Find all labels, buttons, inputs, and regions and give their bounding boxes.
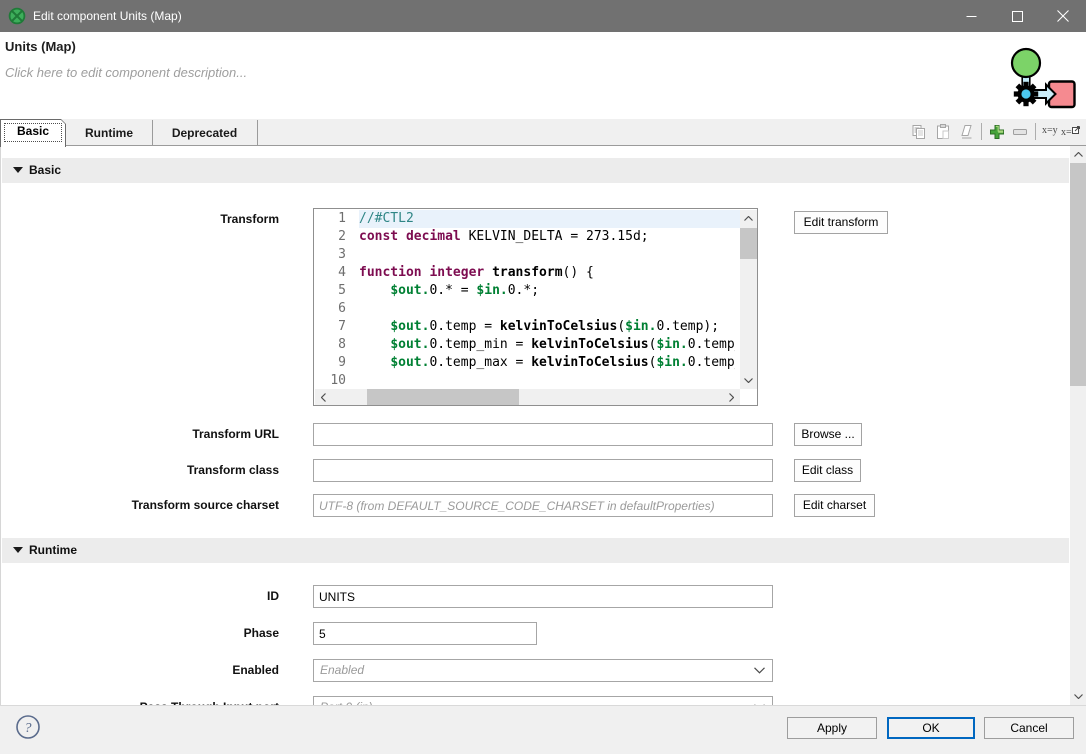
phase-input[interactable] — [313, 622, 537, 645]
editor-code-line[interactable]: $out.0.* = $in.0.*; — [359, 282, 735, 300]
close-button[interactable] — [1040, 0, 1086, 32]
help-icon[interactable]: ? — [15, 714, 41, 740]
editor-line-number: 3 — [314, 246, 359, 264]
transform-code-editor[interactable]: 12345678910 //#CTL2const decimal KELVIN_… — [313, 208, 758, 406]
dialog-header: Units (Map) Click here to edit component… — [0, 32, 1086, 119]
paste-icon[interactable] — [934, 123, 952, 141]
edit-transform-button[interactable]: Edit transform — [794, 211, 888, 234]
scrollbar-thumb[interactable] — [1070, 163, 1086, 386]
editor-line-number: 4 — [314, 264, 359, 282]
clover-logo-icon — [8, 7, 26, 25]
transform-label: Transform — [1, 208, 279, 231]
tab-deprecated[interactable]: Deprecated — [152, 122, 257, 145]
editor-code-line[interactable]: //#CTL2 — [359, 210, 735, 228]
editor-line-number: 5 — [314, 282, 359, 300]
editor-line-number: 2 — [314, 228, 359, 246]
basic-tab-panel: Basic Transform 12345678910 //#CTL2const… — [0, 146, 1086, 705]
scroll-down-icon[interactable] — [740, 372, 757, 389]
toolbar-separator — [1035, 123, 1036, 140]
editor-code-line[interactable]: function integer transform() { — [359, 264, 735, 282]
editor-code-line[interactable]: $out.0.temp = kelvinToCelsius($in.0.temp… — [359, 318, 735, 336]
pass-through-label: Pass Through Input port — [1, 696, 279, 705]
editor-line-number: 8 — [314, 336, 359, 354]
title-bar: Edit component Units (Map) — [0, 0, 1086, 32]
advanced-properties-icon[interactable]: x= — [1061, 125, 1081, 138]
collapse-triangle-icon — [13, 167, 23, 173]
svg-text:?: ? — [25, 721, 32, 736]
scroll-left-icon[interactable] — [315, 389, 332, 406]
edit-class-button[interactable]: Edit class — [794, 459, 861, 482]
editor-code-line[interactable]: const decimal KELVIN_DELTA = 273.15d; — [359, 228, 735, 246]
browse-button[interactable]: Browse ... — [794, 423, 862, 446]
transform-charset-input[interactable] — [313, 494, 773, 517]
tab-bar: Runtime Deprecated Basic — [0, 119, 1086, 146]
editor-line-number: 9 — [314, 354, 359, 372]
scroll-up-icon[interactable] — [740, 210, 757, 227]
scroll-up-icon[interactable] — [1070, 146, 1086, 163]
editor-code-line[interactable]: $out.0.temp_min = kelvinToCelsius($in.0.… — [359, 336, 735, 354]
copy-icon[interactable] — [910, 123, 928, 141]
editor-line-number: 6 — [314, 300, 359, 318]
editor-code-line[interactable] — [359, 300, 735, 318]
pass-through-combobox[interactable]: Port 0 (in) — [313, 696, 773, 705]
tab-basic[interactable]: Basic — [0, 119, 66, 147]
editor-line-number: 10 — [314, 372, 359, 390]
component-description-placeholder[interactable]: Click here to edit component description… — [5, 65, 247, 80]
editor-vertical-scrollbar[interactable] — [740, 210, 757, 389]
enabled-label: Enabled — [1, 659, 279, 682]
editor-code-line[interactable] — [359, 372, 735, 390]
editor-horizontal-scrollbar[interactable] — [315, 389, 740, 406]
scroll-right-icon[interactable] — [723, 389, 740, 406]
editor-line-number: 7 — [314, 318, 359, 336]
phase-label: Phase — [1, 622, 279, 645]
scrollbar-thumb[interactable] — [740, 228, 757, 259]
tab-separator — [152, 120, 153, 145]
section-header-runtime[interactable]: Runtime — [2, 538, 1069, 563]
transform-class-input[interactable] — [313, 459, 773, 482]
tab-separator — [257, 120, 258, 145]
scrollbar-thumb[interactable] — [367, 389, 519, 406]
add-icon[interactable] — [988, 123, 1006, 141]
tab-runtime[interactable]: Runtime — [66, 122, 152, 145]
main-vertical-scrollbar[interactable] — [1070, 146, 1086, 705]
edit-charset-button[interactable]: Edit charset — [794, 494, 875, 517]
window-title: Edit component Units (Map) — [33, 0, 182, 32]
transform-url-input[interactable] — [313, 423, 773, 446]
button-bar: ? Apply OK Cancel — [0, 705, 1086, 754]
component-title: Units (Map) — [5, 39, 76, 54]
editor-code-line[interactable]: $out.0.temp_max = kelvinToCelsius($in.0.… — [359, 354, 735, 372]
edit-component-dialog: Edit component Units (Map) Units (Map) C… — [0, 0, 1086, 754]
section-header-basic[interactable]: Basic — [2, 158, 1069, 183]
editor-line-number: 1 — [314, 210, 359, 228]
transform-class-label: Transform class — [1, 459, 279, 482]
maximize-button[interactable] — [994, 0, 1040, 32]
id-input[interactable] — [313, 585, 773, 608]
minimize-button[interactable] — [948, 0, 994, 32]
collapse-triangle-icon — [13, 547, 23, 553]
ok-button[interactable]: OK — [887, 717, 975, 739]
enabled-combobox[interactable]: Enabled — [313, 659, 773, 682]
chevron-down-icon — [754, 667, 765, 674]
remove-icon[interactable] — [1011, 123, 1029, 141]
scroll-down-icon[interactable] — [1070, 688, 1086, 705]
transform-charset-label: Transform source charset — [1, 494, 279, 517]
apply-button[interactable]: Apply — [787, 717, 877, 739]
editor-line-numbers: 12345678910 — [314, 210, 359, 390]
simple-properties-icon[interactable]: x=y — [1042, 125, 1058, 136]
clear-icon[interactable] — [958, 123, 976, 141]
cancel-button[interactable]: Cancel — [984, 717, 1074, 739]
editor-code-line[interactable] — [359, 246, 735, 264]
editor-code-area[interactable]: //#CTL2const decimal KELVIN_DELTA = 273.… — [359, 210, 735, 390]
map-component-icon — [986, 42, 1086, 112]
id-label: ID — [1, 585, 279, 608]
transform-url-label: Transform URL — [1, 423, 279, 446]
toolbar-separator — [981, 123, 982, 140]
